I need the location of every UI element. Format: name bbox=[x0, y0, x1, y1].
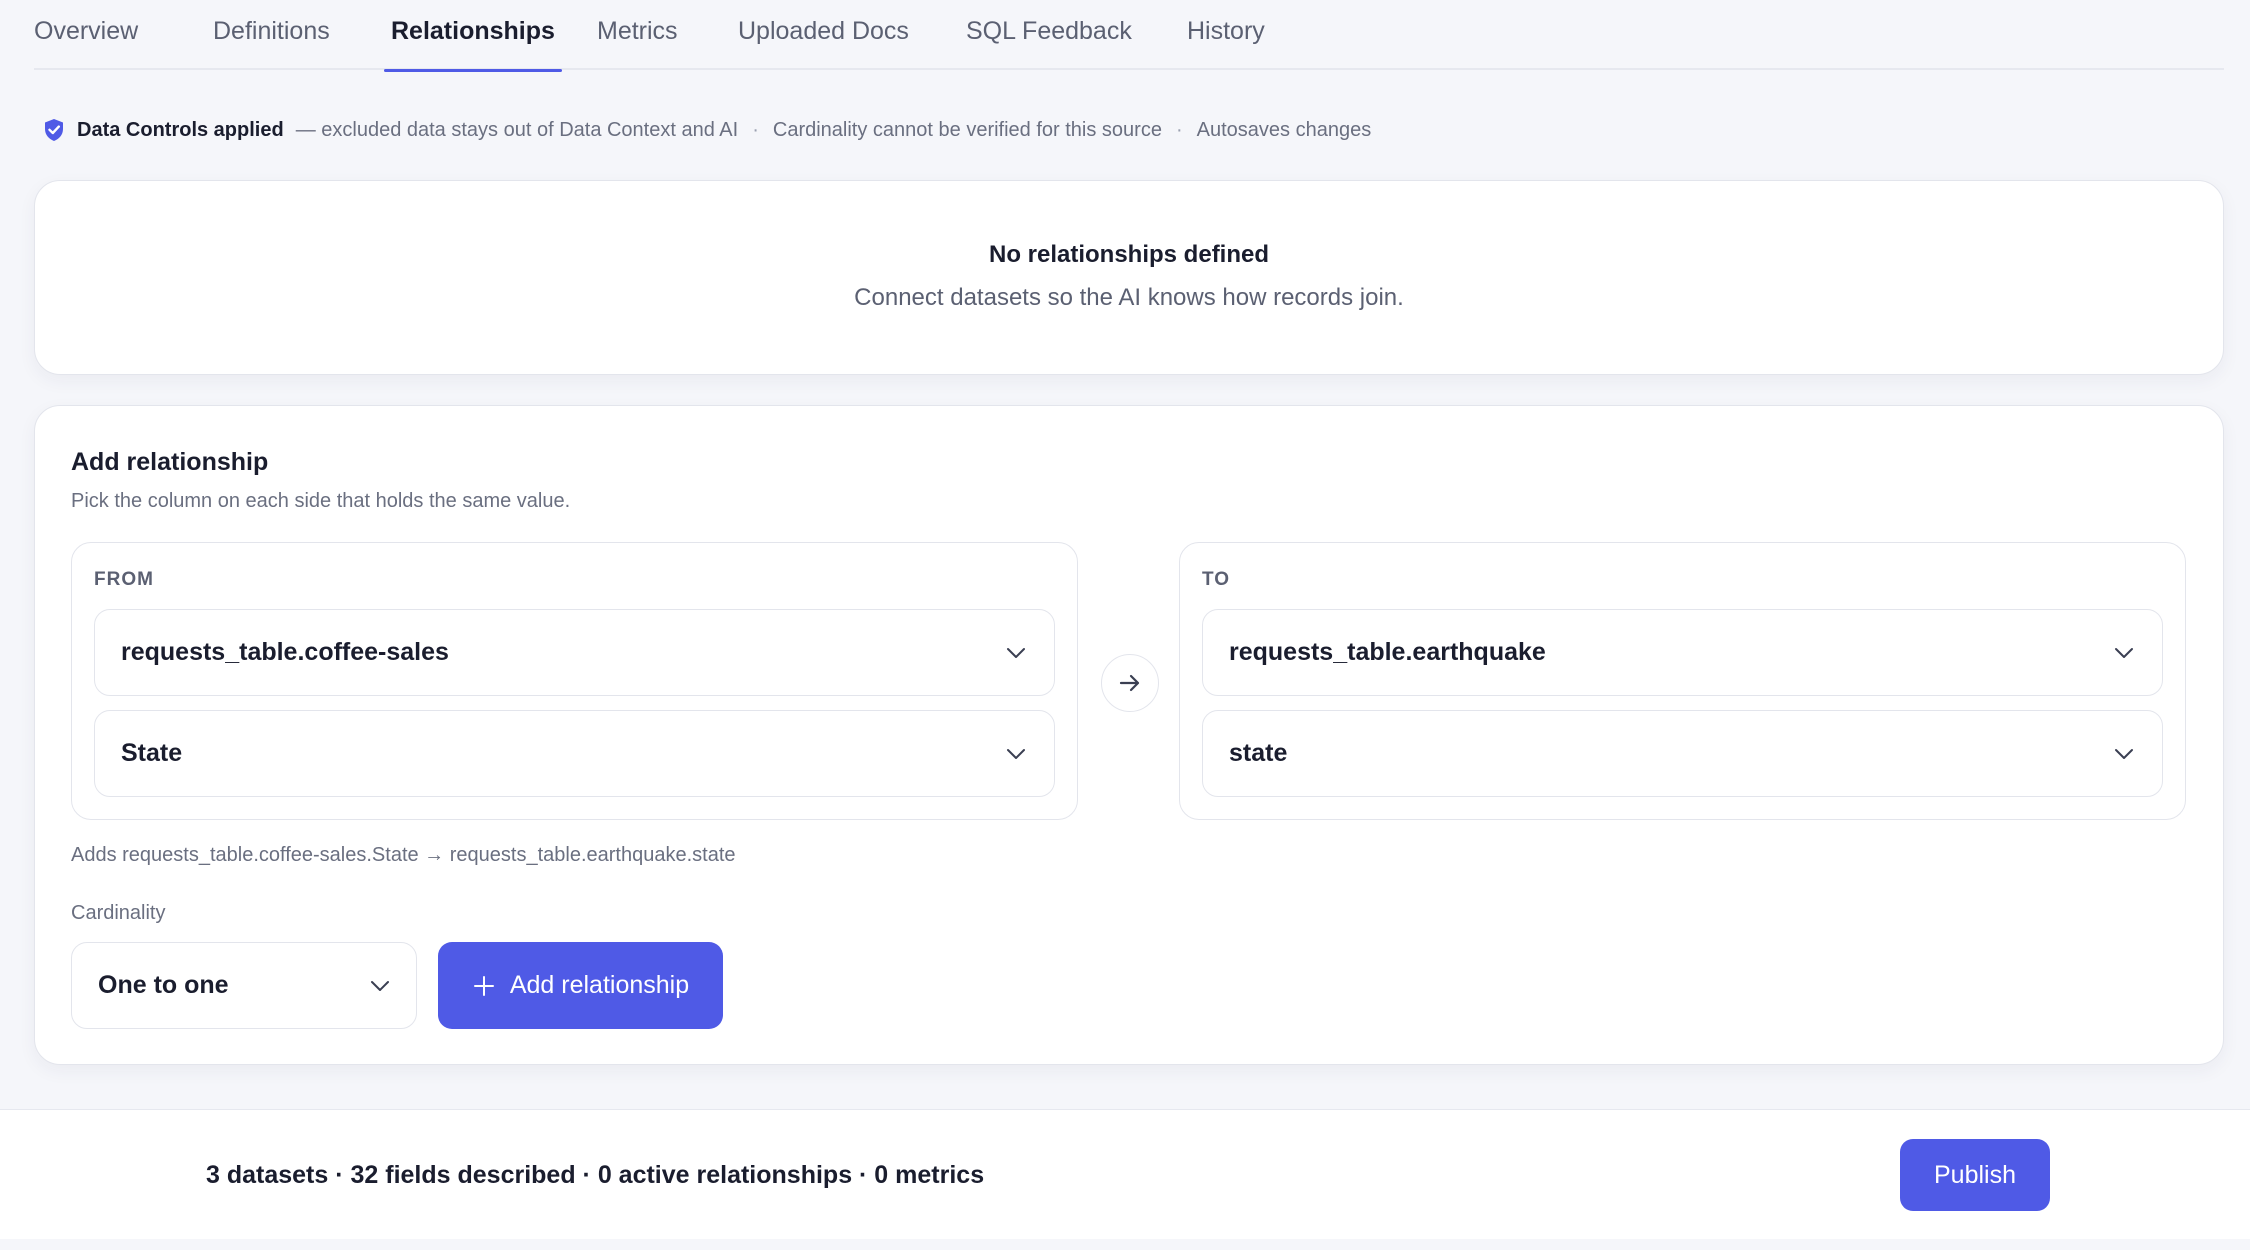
empty-state-card: No relationships defined Connect dataset… bbox=[34, 180, 2224, 375]
from-label: FROM bbox=[94, 569, 154, 590]
add-relationship-subtitle: Pick the column on each side that holds … bbox=[71, 490, 571, 512]
shield-check-icon bbox=[45, 119, 63, 141]
chevron-down-icon bbox=[2115, 749, 2133, 759]
tab-overview[interactable]: Overview bbox=[34, 0, 138, 70]
cardinality-label: Cardinality bbox=[71, 902, 166, 924]
relationship-preview: Adds requests_table.coffee-sales.State →… bbox=[71, 844, 736, 866]
to-column-select[interactable]: state bbox=[1202, 710, 2163, 797]
tab-sql-feedback[interactable]: SQL Feedback bbox=[966, 0, 1132, 70]
summary-stats: 3 datasets · 32 fields described · 0 act… bbox=[206, 1161, 985, 1189]
data-controls-text: — excluded data stays out of Data Contex… bbox=[295, 118, 739, 141]
cardinality-warning: Cardinality cannot be verified for this … bbox=[772, 118, 1162, 141]
separator: · bbox=[1175, 118, 1183, 141]
chevron-down-icon bbox=[1007, 648, 1025, 658]
chevron-down-icon bbox=[1007, 749, 1025, 759]
to-label: TO bbox=[1202, 569, 1231, 590]
direction-arrow bbox=[1101, 654, 1159, 712]
from-column-value: State bbox=[121, 739, 183, 767]
publish-button[interactable]: Publish bbox=[1900, 1139, 2050, 1211]
add-relationship-card: Add relationship Pick the column on each… bbox=[34, 405, 2224, 1065]
empty-state-subtitle: Connect datasets so the AI knows how rec… bbox=[854, 284, 1404, 311]
from-dataset-select[interactable]: requests_table.coffee-sales bbox=[94, 609, 1055, 696]
chevron-down-icon bbox=[2115, 648, 2133, 658]
from-column-select[interactable]: State bbox=[94, 710, 1055, 797]
add-relationship-button-label: Add relationship bbox=[509, 971, 690, 999]
to-column-value: state bbox=[1229, 739, 1288, 767]
from-dataset-value: requests_table.coffee-sales bbox=[121, 638, 449, 666]
add-relationship-button[interactable]: Add relationship bbox=[438, 942, 723, 1029]
arrow-right-icon bbox=[1119, 674, 1140, 692]
autosave-note: Autosaves changes bbox=[1196, 118, 1372, 141]
plus-icon bbox=[473, 975, 494, 996]
data-controls-notice: Data Controls applied — excluded data st… bbox=[43, 115, 1371, 145]
add-relationship-title: Add relationship bbox=[71, 448, 269, 476]
cardinality-select[interactable]: One to one bbox=[71, 942, 417, 1029]
cardinality-value: One to one bbox=[98, 971, 229, 999]
to-panel: TO requests_table.earthquake state bbox=[1179, 542, 2186, 820]
summary-footer: 3 datasets · 32 fields described · 0 act… bbox=[0, 1109, 2250, 1239]
to-dataset-value: requests_table.earthquake bbox=[1229, 638, 1546, 666]
from-panel: FROM requests_table.coffee-sales State bbox=[71, 542, 1078, 820]
tab-uploaded-docs[interactable]: Uploaded Docs bbox=[738, 0, 909, 70]
empty-state-title: No relationships defined bbox=[988, 241, 1270, 268]
relationships-page: Overview Definitions Relationships Metri… bbox=[0, 0, 2250, 1250]
tab-history[interactable]: History bbox=[1187, 0, 1265, 70]
chevron-down-icon bbox=[371, 981, 389, 991]
to-dataset-select[interactable]: requests_table.earthquake bbox=[1202, 609, 2163, 696]
data-controls-label: Data Controls applied bbox=[77, 118, 284, 141]
tab-metrics[interactable]: Metrics bbox=[597, 0, 678, 70]
tab-definitions[interactable]: Definitions bbox=[213, 0, 330, 70]
separator: · bbox=[752, 118, 759, 141]
tab-relationships[interactable]: Relationships bbox=[384, 0, 562, 72]
tab-bar: Overview Definitions Relationships Metri… bbox=[34, 0, 2224, 72]
